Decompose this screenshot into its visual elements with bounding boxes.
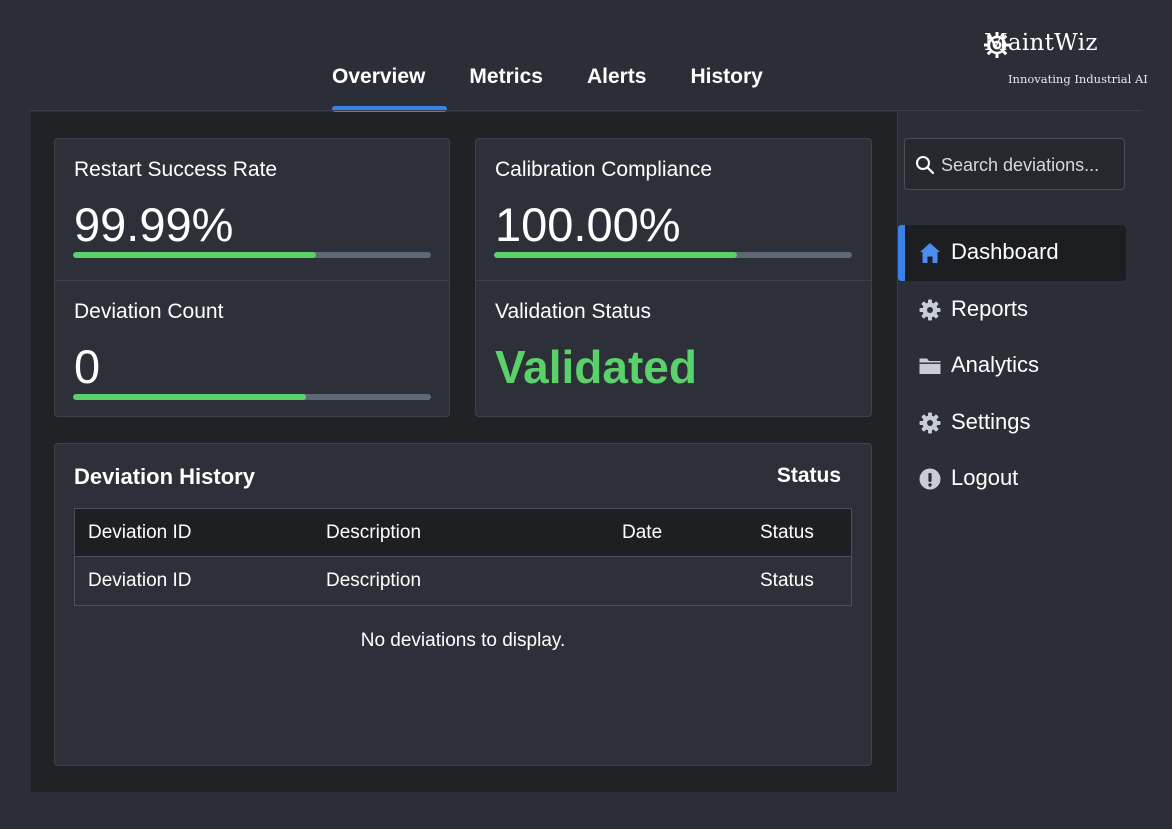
home-icon: [920, 243, 940, 263]
brand-tagline: Innovating Industrial AI: [1008, 72, 1148, 86]
table-row[interactable]: Deviation ID Description Status: [75, 557, 851, 605]
tab-alerts[interactable]: Alerts: [565, 60, 669, 110]
calibration-compliance-progress: [494, 252, 852, 258]
calibration-compliance-value: 100.00%: [495, 198, 681, 251]
validation-status-value: Validated: [495, 341, 697, 393]
calibration-compliance-label: Calibration Compliance: [495, 158, 713, 181]
sidebar-item-settings[interactable]: Settings: [898, 395, 1126, 451]
table-cell-deviation-id: Deviation ID: [88, 570, 192, 591]
card-divider: [476, 280, 871, 281]
brand-name: MaintWiz: [984, 30, 1098, 56]
restart-success-label: Restart Success Rate: [74, 158, 278, 181]
restart-success-progress-fill: [73, 252, 317, 258]
tab-divider: [30, 110, 1142, 111]
brand-logo: MaintWiz Innovating Industrial AI: [984, 30, 1154, 86]
table-cell-description: Description: [326, 570, 422, 591]
metric-card-right: Calibration Compliance 100.00% Validatio…: [475, 138, 872, 417]
sidebar-item-label: Reports: [951, 296, 1029, 321]
card-divider: [55, 280, 449, 281]
deviation-table: Deviation ID Description Date Status Dev…: [74, 508, 852, 606]
column-header-status[interactable]: Status: [760, 522, 814, 544]
validation-status-label: Validation Status: [495, 300, 652, 323]
deviation-count-label: Deviation Count: [74, 300, 224, 323]
restart-success-value: 99.99%: [74, 198, 234, 251]
search-icon: [916, 156, 935, 175]
info-icon: [919, 468, 941, 490]
gear-icon: [919, 299, 941, 321]
table-header-row: Deviation ID Description Date Status: [75, 509, 851, 557]
deviation-count-progress: [73, 394, 431, 400]
sidebar-item-analytics[interactable]: Analytics: [898, 338, 1126, 394]
sidebar-item-reports[interactable]: Reports: [898, 282, 1126, 338]
tab-bar: Overview Metrics Alerts History: [310, 60, 785, 112]
deviation-history-card: Deviation History Status Deviation ID De…: [54, 443, 872, 766]
sidebar-item-dashboard[interactable]: Dashboard: [898, 225, 1126, 281]
main-panel: Restart Success Rate 99.99% Deviation Co…: [31, 112, 897, 792]
tab-history[interactable]: History: [668, 60, 784, 110]
search-input[interactable]: [941, 152, 1119, 178]
app-frame: MaintWiz Innovating Industrial AI Overvi…: [0, 0, 1172, 829]
history-status-label[interactable]: Status: [777, 464, 841, 488]
column-header-date[interactable]: Date: [622, 522, 662, 544]
sidebar-item-label: Logout: [951, 465, 1019, 490]
gear-icon: [919, 412, 941, 434]
restart-success-progress: [73, 252, 431, 258]
sidebar-item-label: Settings: [951, 409, 1031, 434]
tab-metrics[interactable]: Metrics: [447, 60, 565, 110]
tab-overview[interactable]: Overview: [310, 60, 448, 112]
search-box[interactable]: [904, 138, 1125, 190]
deviation-count-value: 0: [74, 340, 101, 393]
sidebar-item-logout[interactable]: Logout: [898, 451, 1126, 507]
calibration-compliance-progress-fill: [494, 252, 738, 258]
deviation-count-progress-fill: [73, 394, 306, 400]
metric-card-left: Restart Success Rate 99.99% Deviation Co…: [54, 138, 450, 417]
column-header-deviation-id[interactable]: Deviation ID: [88, 522, 192, 544]
empty-state-message: No deviations to display.: [360, 630, 566, 651]
folder-icon: [919, 358, 941, 374]
column-header-description[interactable]: Description: [326, 522, 421, 544]
table-cell-status: Status: [760, 570, 814, 591]
deviation-history-title: Deviation History: [74, 464, 255, 489]
sidebar-item-label: Analytics: [951, 352, 1040, 377]
sidebar-item-label: Dashboard: [951, 239, 1059, 264]
